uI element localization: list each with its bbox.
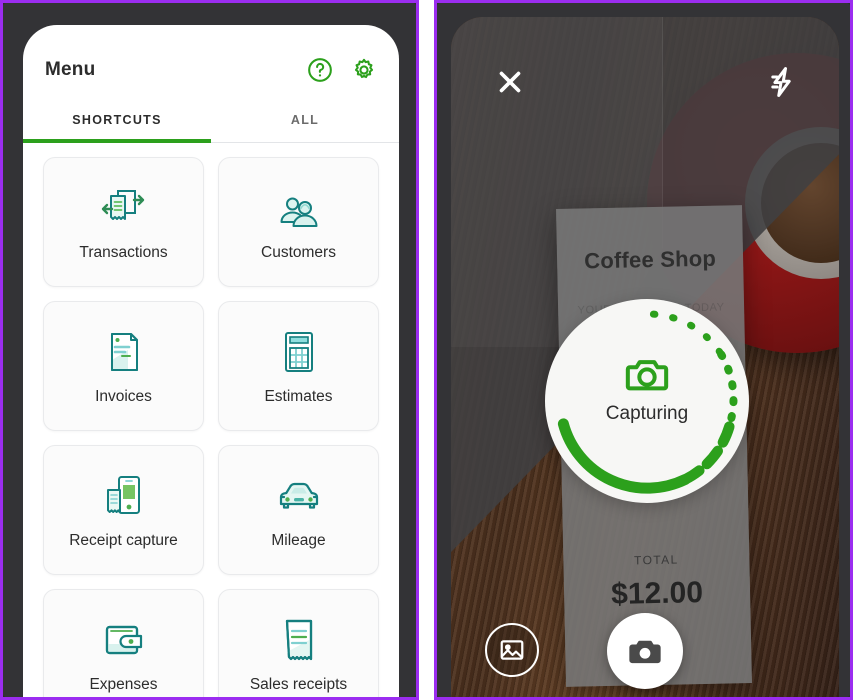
shortcut-card-transactions[interactable]: Transactions [43,157,204,287]
receipt-total-value: $12.00 [610,576,704,611]
capture-status-label: Capturing [605,403,689,424]
car-icon [273,470,325,522]
shortcuts-grid: Transactions Customers Invoices Estimate… [23,143,399,697]
panel-divider [419,0,434,700]
shortcut-label: Invoices [95,388,152,405]
shortcut-card-sales-receipts[interactable]: Sales receipts [218,589,379,697]
wallet-icon [98,614,150,666]
capturing-status-disc: Capturing [545,299,749,503]
tab-all[interactable]: ALL [211,97,399,142]
camera-icon [624,351,670,397]
shortcut-label: Transactions [79,244,168,261]
page-title: Menu [45,59,96,80]
shortcut-label: Sales receipts [249,676,348,693]
header-actions [307,57,377,83]
shortcut-card-receipt-capture[interactable]: Receipt capture [43,445,204,575]
shortcut-card-invoices[interactable]: Invoices [43,301,204,431]
close-x-icon[interactable] [493,65,527,99]
help-circle-icon[interactable] [307,57,333,83]
camera-shutter-icon[interactable] [607,613,683,689]
receipt-capture-icon [98,470,150,522]
screenshot-stage: Menu SHORTCUTS ALL Transactions Customer… [0,0,853,700]
shortcut-card-customers[interactable]: Customers [218,157,379,287]
quickbooks-menu-screen: Menu SHORTCUTS ALL Transactions Customer… [23,25,399,697]
shortcut-label: Mileage [271,532,326,549]
menu-header: Menu [23,25,399,97]
shortcut-label: Estimates [264,388,333,405]
transactions-icon [98,182,150,234]
capture-status-content: Capturing [545,351,749,425]
left-phone-panel: Menu SHORTCUTS ALL Transactions Customer… [0,0,419,700]
shortcut-card-mileage[interactable]: Mileage [218,445,379,575]
receipt-camera-screen: Coffee Shop YOUR PURCHASE TODAY APPROVED… [451,17,839,697]
shortcut-label: Customers [261,244,336,261]
shortcut-card-expenses[interactable]: Expenses [43,589,204,697]
receipt-total-label: TOTAL [633,552,679,568]
menu-tabs: SHORTCUTS ALL [23,97,399,143]
gallery-image-icon[interactable] [485,623,539,677]
invoice-icon [98,326,150,378]
gear-icon[interactable] [351,57,377,83]
receipt-shop-name: Coffee Shop [583,245,717,274]
tab-shortcuts[interactable]: SHORTCUTS [23,97,211,143]
customers-icon [273,182,325,234]
shortcut-card-estimates[interactable]: Estimates [218,301,379,431]
right-phone-panel: Coffee Shop YOUR PURCHASE TODAY APPROVED… [434,0,853,700]
shortcut-label: Receipt capture [69,532,178,549]
shortcut-label: Expenses [89,676,158,693]
sales-receipt-icon [273,614,325,666]
calculator-icon [273,326,325,378]
flash-bolt-icon[interactable] [765,65,799,99]
